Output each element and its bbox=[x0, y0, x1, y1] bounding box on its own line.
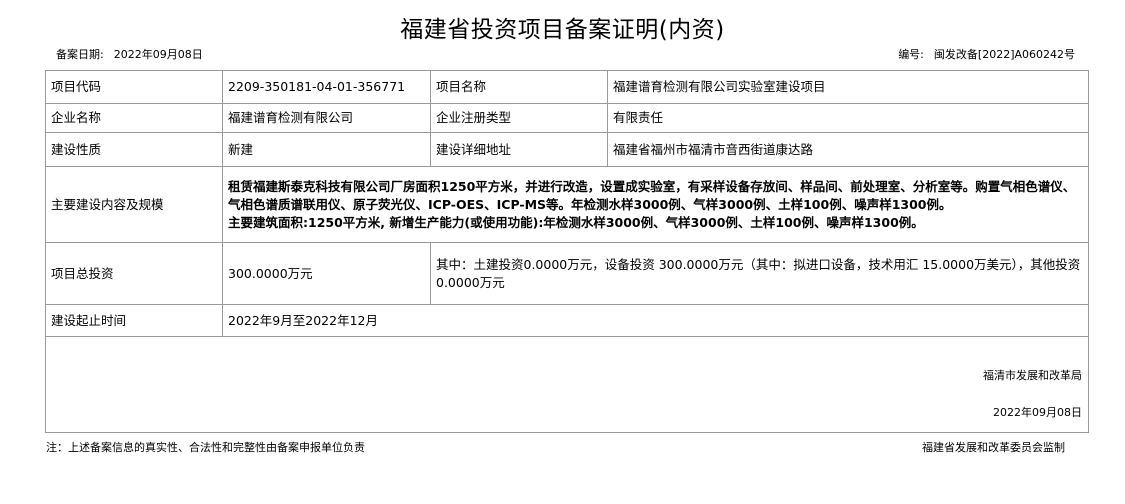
company-label: 企业名称 bbox=[45, 103, 223, 133]
issue-date: 2022年09月08日 bbox=[993, 406, 1082, 419]
filing-date-value: 2022年09月08日 bbox=[113, 48, 203, 61]
table-row: 建设性质 新建 建设详细地址 福建省福州市福清市音西街道康达路 bbox=[45, 132, 1089, 167]
table-row: 建设起止时间 2022年9月至2022年12月 bbox=[45, 304, 1089, 337]
project-code-label: 项目代码 bbox=[45, 70, 223, 104]
filing-date-label: 备案日期: bbox=[56, 48, 104, 61]
document-title: 福建省投资项目备案证明(内资) bbox=[400, 17, 725, 43]
content-value: 租赁福建斯泰克科技有限公司厂房面积1250平方米，并进行改造，设置成实验室，有采… bbox=[222, 166, 1089, 243]
issuing-authority: 福清市发展和改革局 bbox=[983, 369, 1082, 382]
table-row: 项目总投资 300.0000万元 其中：土建投资0.0000万元，设备投资 30… bbox=[45, 242, 1089, 305]
investment-value: 300.0000万元 bbox=[222, 242, 431, 305]
project-name-value: 福建谱育检测有限公司实验室建设项目 bbox=[607, 70, 1089, 104]
footer-supervisor: 福建省发展和改革委员会监制 bbox=[922, 441, 1065, 454]
document-number-value: 闽发改备[2022]A060242号 bbox=[933, 48, 1075, 61]
signature-cell: 福清市发展和改革局 2022年09月08日 bbox=[45, 336, 1089, 433]
project-name-label: 项目名称 bbox=[430, 70, 608, 104]
nature-value: 新建 bbox=[222, 132, 431, 167]
content-label: 主要建设内容及规模 bbox=[45, 166, 223, 243]
record-table: 项目代码 2209-350181-04-01-356771 项目名称 福建谱育检… bbox=[45, 70, 1089, 433]
period-value: 2022年9月至2022年12月 bbox=[222, 304, 1089, 337]
reg-type-label: 企业注册类型 bbox=[430, 103, 608, 133]
project-code-value: 2209-350181-04-01-356771 bbox=[222, 70, 431, 104]
table-row: 企业名称 福建谱育检测有限公司 企业注册类型 有限责任 bbox=[45, 103, 1089, 133]
table-row: 项目代码 2209-350181-04-01-356771 项目名称 福建谱育检… bbox=[45, 70, 1089, 104]
content-paragraph-2: 主要建筑面积:1250平方米, 新增生产能力(或使用功能):年检测水样3000例… bbox=[228, 214, 924, 230]
footer-note: 注：上述备案信息的真实性、合法性和完整性由备案申报单位负责 bbox=[46, 441, 365, 454]
document-number-label: 编号: bbox=[898, 48, 924, 61]
period-label: 建设起止时间 bbox=[45, 304, 223, 337]
document-number: 编号: 闽发改备[2022]A060242号 bbox=[898, 46, 1075, 62]
reg-type-value: 有限责任 bbox=[607, 103, 1089, 133]
company-value: 福建谱育检测有限公司 bbox=[222, 103, 431, 133]
investment-label: 项目总投资 bbox=[45, 242, 223, 305]
nature-label: 建设性质 bbox=[45, 132, 223, 167]
document-page: 福建省投资项目备案证明(内资) 备案日期: 2022年09月08日 编号: 闽发改备… bbox=[0, 0, 1125, 504]
content-paragraph-1: 租赁福建斯泰克科技有限公司厂房面积1250平方米，并进行改造，设置成实验室，有采… bbox=[228, 178, 1076, 212]
address-label: 建设详细地址 bbox=[430, 132, 608, 167]
table-row: 福清市发展和改革局 2022年09月08日 bbox=[45, 336, 1089, 433]
investment-detail: 其中：土建投资0.0000万元，设备投资 300.0000万元（其中：拟进口设备… bbox=[430, 242, 1089, 305]
table-row: 主要建设内容及规模 租赁福建斯泰克科技有限公司厂房面积1250平方米，并进行改造… bbox=[45, 166, 1089, 243]
address-value: 福建省福州市福清市音西街道康达路 bbox=[607, 132, 1089, 167]
filing-date: 备案日期: 2022年09月08日 bbox=[56, 46, 203, 62]
